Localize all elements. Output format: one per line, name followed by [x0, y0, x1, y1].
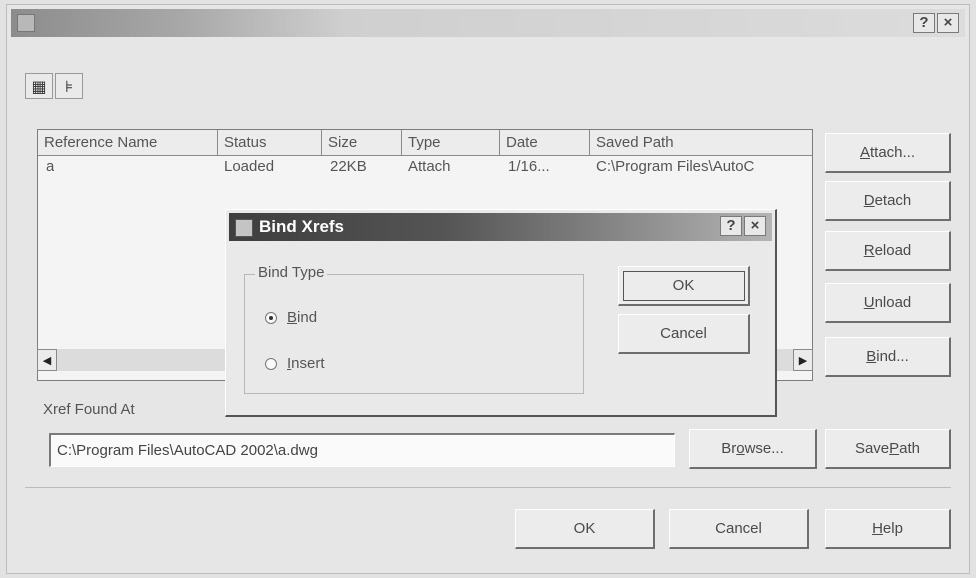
column-header-type[interactable]: Type [402, 130, 500, 156]
detach-label-underlined: D [863, 192, 875, 209]
save-path-button[interactable]: Save Path [825, 429, 951, 469]
bind-label-post: ind... [876, 348, 909, 365]
browse-label-post: wse... [744, 440, 784, 457]
bind-radio-icon[interactable] [265, 311, 277, 324]
ok-button[interactable]: OK [515, 509, 655, 549]
scroll-right-icon[interactable]: ▶ [793, 349, 813, 371]
bind-button[interactable]: Bind... [825, 337, 951, 377]
cancel-button[interactable]: Cancel [669, 509, 809, 549]
bind-radio-option[interactable]: Bind [265, 309, 317, 326]
footer-divider [25, 487, 951, 488]
bind-xrefs-dialog: Bind Xrefs ? × Bind Type Bind Insert OK … [225, 209, 777, 417]
browse-label-pre: Br [721, 440, 737, 457]
help-label-post: elp [882, 520, 903, 537]
xref-found-path-field[interactable]: C:\Program Files\AutoCAD 2002\a.dwg [49, 433, 675, 467]
cell-size: 22KB [330, 158, 367, 175]
attach-label-underlined: A [859, 144, 870, 161]
xref-found-at-label: Xref Found At [43, 401, 135, 418]
cell-saved-path: C:\Program Files\AutoC [596, 158, 755, 175]
attach-button[interactable]: Attach... [825, 133, 951, 173]
detach-label-post: etach [874, 192, 912, 209]
xref-manager-dialog: ? × ▦ ⊧ Reference Name Status Size Type … [6, 4, 970, 574]
bind-xrefs-title: Bind Xrefs [259, 217, 345, 236]
close-title-button[interactable]: × [937, 13, 959, 33]
column-header-reference-name[interactable]: Reference Name [38, 130, 218, 156]
save-path-label-underlined: P [889, 440, 900, 457]
cell-status: Loaded [224, 158, 275, 175]
attach-label-post: ttach... [869, 144, 916, 161]
column-header-size[interactable]: Size [322, 130, 402, 156]
cell-reference-name: a [46, 158, 55, 175]
help-button[interactable]: Help [825, 509, 951, 549]
column-header-status[interactable]: Status [218, 130, 322, 156]
cell-type: Attach [408, 158, 451, 175]
scroll-left-icon[interactable]: ◀ [37, 349, 57, 371]
browse-label-underlined: o [736, 440, 745, 457]
title-bar[interactable]: ? × [11, 9, 965, 37]
list-view-icon[interactable]: ▦ [25, 73, 53, 99]
bind-radio-label: Bind [287, 309, 318, 326]
help-label-underlined: H [872, 520, 883, 537]
bind-dialog-app-icon[interactable] [235, 219, 253, 237]
insert-radio-icon[interactable] [265, 357, 277, 370]
save-path-label-post: ath [899, 440, 921, 457]
tree-view-icon[interactable]: ⊧ [55, 73, 83, 99]
reload-label-underlined: R [863, 242, 875, 259]
browse-button[interactable]: Br o wse... [689, 429, 817, 469]
unload-label-post: nload [874, 294, 912, 311]
app-icon[interactable] [17, 14, 35, 32]
column-header-date[interactable]: Date [500, 130, 590, 156]
reload-button[interactable]: Reload [825, 231, 951, 271]
bind-cancel-button[interactable]: Cancel [618, 314, 750, 354]
bind-label-underlined: B [866, 348, 877, 365]
bind-xrefs-title-bar[interactable]: Bind Xrefs ? × [229, 213, 772, 241]
bind-ok-button[interactable]: OK [618, 266, 750, 306]
cell-date: 1/16... [508, 158, 550, 175]
insert-radio-label: Insert [287, 355, 325, 372]
bind-dialog-help-button[interactable]: ? [720, 216, 742, 236]
bind-type-label: Bind Type [255, 264, 328, 281]
column-header-saved-path[interactable]: Saved Path [590, 130, 812, 156]
bind-dialog-close-button[interactable]: × [744, 216, 766, 236]
help-title-button[interactable]: ? [913, 13, 935, 33]
reload-label-post: eload [874, 242, 912, 259]
detach-button[interactable]: Detach [825, 181, 951, 221]
unload-label-underlined: U [863, 294, 875, 311]
list-header: Reference Name Status Size Type Date Sav… [38, 130, 812, 156]
save-path-label-pre: Save [854, 440, 890, 457]
insert-radio-option[interactable]: Insert [265, 355, 325, 372]
bind-type-group: Bind Type Bind Insert [244, 264, 584, 394]
unload-button[interactable]: Unload [825, 283, 951, 323]
